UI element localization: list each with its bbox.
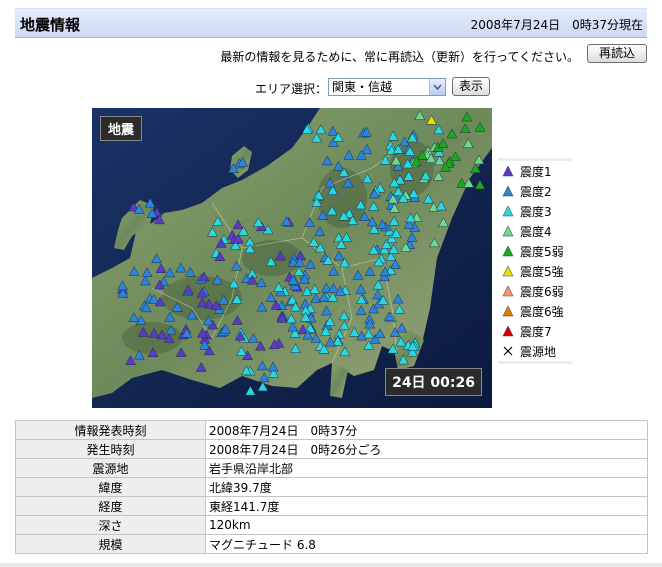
table-row: 深さ 120km: [15, 515, 648, 535]
reload-button[interactable]: 再読込: [587, 44, 647, 63]
info-value: 岩手県沿岸北部: [205, 458, 648, 478]
legend-item: 震度3: [498, 201, 572, 221]
legend-label: 震度1: [520, 164, 552, 179]
chevron-down-icon[interactable]: [429, 79, 445, 95]
legend-label: 震度7: [520, 324, 552, 339]
display-button[interactable]: 表示: [452, 77, 490, 96]
info-key: 経度: [15, 496, 206, 516]
table-row: 発生時刻 2008年7月24日 0時26分ごろ: [15, 439, 648, 459]
info-value: 東経141.7度: [205, 496, 648, 516]
info-key: 緯度: [15, 477, 206, 497]
triangle-icon: [502, 265, 514, 277]
map-badge-label: 地震: [108, 123, 135, 138]
legend-bottom-bar: [498, 361, 572, 364]
legend-label: 震度2: [520, 184, 552, 199]
legend-label: 震度5弱: [520, 244, 564, 259]
info-key: 深さ: [15, 515, 206, 535]
legend-item: 震度6強: [498, 301, 572, 321]
reload-message: 最新の情報を見るために、常に再読込（更新）を行ってください。: [220, 50, 579, 64]
table-row: 震源地 岩手県沿岸北部: [15, 458, 648, 478]
legend-label: 震度4: [520, 224, 552, 239]
footer-divider: [0, 563, 662, 567]
map-time-badge: 24日 00:26: [385, 368, 482, 396]
table-row: 情報発表時刻 2008年7月24日 0時37分: [15, 420, 648, 440]
info-key: 情報発表時刻: [15, 420, 206, 440]
info-value: 120km: [205, 515, 648, 535]
earthquake-map: 地震 24日 00:26: [92, 108, 492, 408]
map-time-label: 24日 00:26: [392, 375, 475, 391]
legend-label: 震度3: [520, 204, 552, 219]
info-key: 震源地: [15, 458, 206, 478]
triangle-icon: [502, 165, 514, 177]
legend-item: 震度5弱: [498, 241, 572, 261]
triangle-icon: [502, 225, 514, 237]
legend-item-epicenter: 震源地: [498, 341, 572, 361]
legend-label: 震度5強: [520, 264, 564, 279]
area-select-dropdown[interactable]: 関東・信越: [328, 78, 446, 96]
info-value: 2008年7月24日 0時26分ごろ: [205, 439, 648, 459]
triangle-icon: [502, 305, 514, 317]
info-key: 規模: [15, 534, 206, 554]
page-title: 地震情報: [20, 16, 81, 34]
legend-label: 震度6強: [520, 304, 564, 319]
table-row: 緯度 北緯39.7度: [15, 477, 648, 497]
area-select-label: エリア選択：: [255, 82, 328, 96]
legend-item: 震度1: [498, 161, 572, 181]
info-key: 発生時刻: [15, 439, 206, 459]
legend-item: 震度4: [498, 221, 572, 241]
triangle-icon: [502, 185, 514, 197]
legend-label: 震度6弱: [520, 284, 564, 299]
legend-item: 震度6弱: [498, 281, 572, 301]
map-graphic: [92, 108, 492, 408]
area-select-value: 関東・信越: [332, 80, 393, 94]
info-value: 2008年7月24日 0時37分: [205, 420, 648, 440]
page-header: 地震情報 2008年7月24日 0時37分現在: [15, 8, 647, 38]
legend-label-epicenter: 震源地: [520, 344, 557, 359]
map-badge: 地震: [100, 116, 143, 141]
legend-item: 震度5強: [498, 261, 572, 281]
intensity-legend: 震度1 震度2 震度3 震度4 震度5弱震度5強震度6弱震度6強震度7 震源地: [498, 158, 572, 364]
table-row: 規模 マグニチュード 6.8: [15, 534, 648, 554]
table-row: 経度 東経141.7度: [15, 496, 648, 516]
area-select-row: エリア選択： 関東・信越 表示: [255, 76, 495, 98]
info-value: 北緯39.7度: [205, 477, 648, 497]
legend-item: 震度7: [498, 321, 572, 341]
epicenter-cross-icon: [503, 346, 513, 356]
triangle-icon: [502, 245, 514, 257]
quake-info-table: 情報発表時刻 2008年7月24日 0時37分 発生時刻 2008年7月24日 0時2…: [15, 420, 648, 554]
reload-row: 最新の情報を見るために、常に再読込（更新）を行ってください。 再読込: [200, 44, 647, 66]
triangle-icon: [502, 285, 514, 297]
triangle-icon: [502, 205, 514, 217]
legend-item: 震度2: [498, 181, 572, 201]
info-value: マグニチュード 6.8: [205, 534, 648, 554]
triangle-icon: [502, 325, 514, 337]
current-timestamp: 2008年7月24日 0時37分現在: [470, 18, 643, 32]
